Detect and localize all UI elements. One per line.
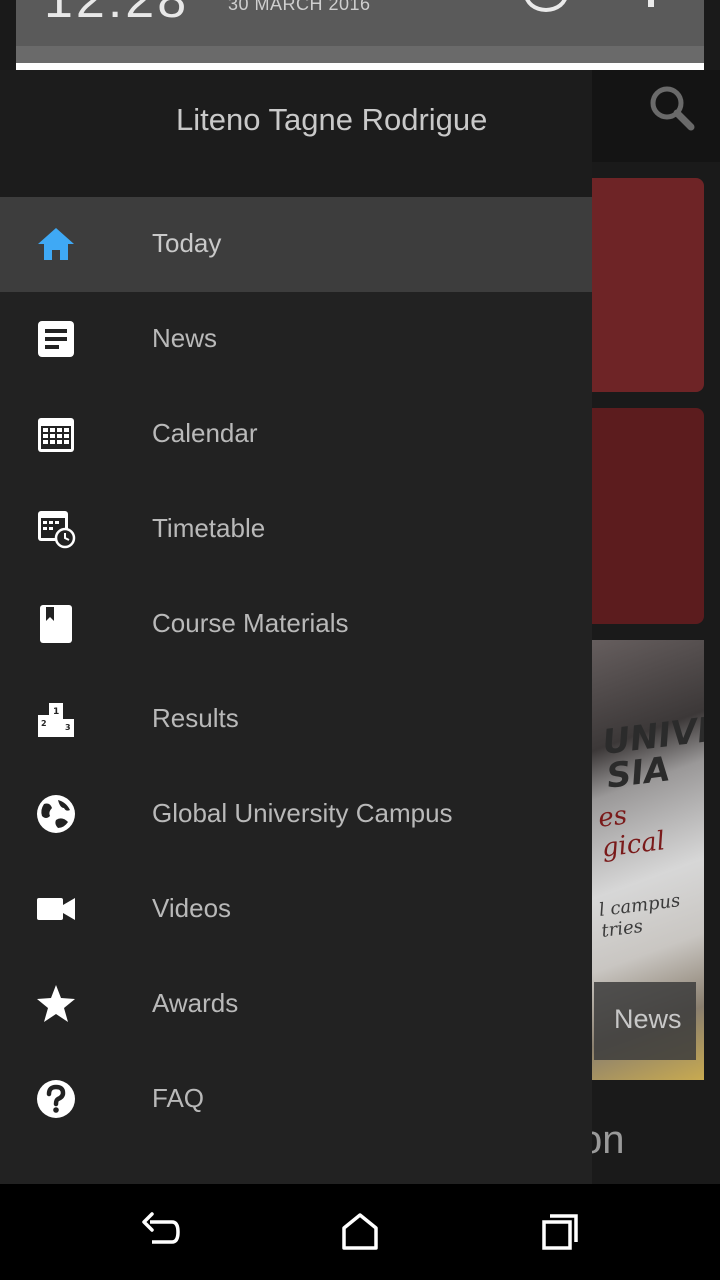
svg-text:2: 2 xyxy=(41,719,47,728)
date: 30 MARCH 2016 xyxy=(228,0,371,14)
clock: 12:28 xyxy=(44,0,190,29)
nav-item-results[interactable]: 1 2 3 Results xyxy=(0,672,592,767)
svg-text:3: 3 xyxy=(65,723,71,732)
globe-icon xyxy=(37,795,75,833)
star-icon xyxy=(37,985,75,1022)
nav-label: Today xyxy=(152,228,222,258)
calendar-icon xyxy=(38,418,74,452)
notification-shade-edge xyxy=(16,46,704,64)
info-icon xyxy=(36,1174,76,1184)
news-tag-label: News xyxy=(614,1004,682,1034)
nav-label: Awards xyxy=(152,988,239,1018)
system-navigation-bar xyxy=(0,1184,720,1280)
nav-item-videos[interactable]: Videos xyxy=(0,862,592,957)
settings-gear-icon[interactable] xyxy=(630,0,672,14)
timetable-icon xyxy=(38,511,76,549)
nav-label: Global University Campus xyxy=(152,798,453,828)
photo-text: UNIVERSITY SIA xyxy=(600,695,704,797)
help-icon xyxy=(37,1080,75,1118)
svg-text:1: 1 xyxy=(53,707,59,717)
nav-label: Timetable xyxy=(152,513,266,543)
video-camera-icon xyxy=(37,898,75,920)
home-icon xyxy=(38,228,74,260)
nav-label: News xyxy=(152,323,218,353)
podium-icon: 1 2 3 xyxy=(38,703,74,737)
nav-label: Videos xyxy=(152,893,232,923)
search-icon[interactable] xyxy=(646,82,698,134)
book-icon xyxy=(40,605,72,643)
back-icon[interactable] xyxy=(136,1208,184,1256)
nav-label: Course Materials xyxy=(152,608,349,638)
nav-item-course-materials[interactable]: Course Materials xyxy=(0,577,592,672)
nav-item-partial[interactable] xyxy=(0,1147,592,1184)
navigation-drawer[interactable]: Liteno Tagne Rodrigue Today News Calenda… xyxy=(0,70,592,1184)
nav-item-awards[interactable]: Awards xyxy=(0,957,592,1052)
nav-item-news[interactable]: News xyxy=(0,292,592,387)
nav-label: Results xyxy=(152,703,239,733)
nav-label: FAQ xyxy=(152,1083,205,1113)
nav-label: Calendar xyxy=(152,418,258,448)
nav-item-calendar[interactable]: Calendar xyxy=(0,387,592,482)
recents-icon[interactable] xyxy=(536,1208,584,1256)
nav-item-faq[interactable]: FAQ xyxy=(0,1052,592,1147)
photo-small-text: l campus tries xyxy=(597,890,682,942)
user-name: Liteno Tagne Rodrigue xyxy=(176,102,488,137)
home-nav-icon[interactable] xyxy=(336,1208,384,1256)
nav-item-timetable[interactable]: Timetable xyxy=(0,482,592,577)
photo-script-text: es gical xyxy=(596,800,667,864)
nav-item-today[interactable]: Today xyxy=(0,197,592,292)
news-icon xyxy=(38,321,74,357)
shade-divider xyxy=(16,63,704,70)
drawer-header: Liteno Tagne Rodrigue xyxy=(0,70,592,197)
nav-item-global-campus[interactable]: Global University Campus xyxy=(0,767,592,862)
